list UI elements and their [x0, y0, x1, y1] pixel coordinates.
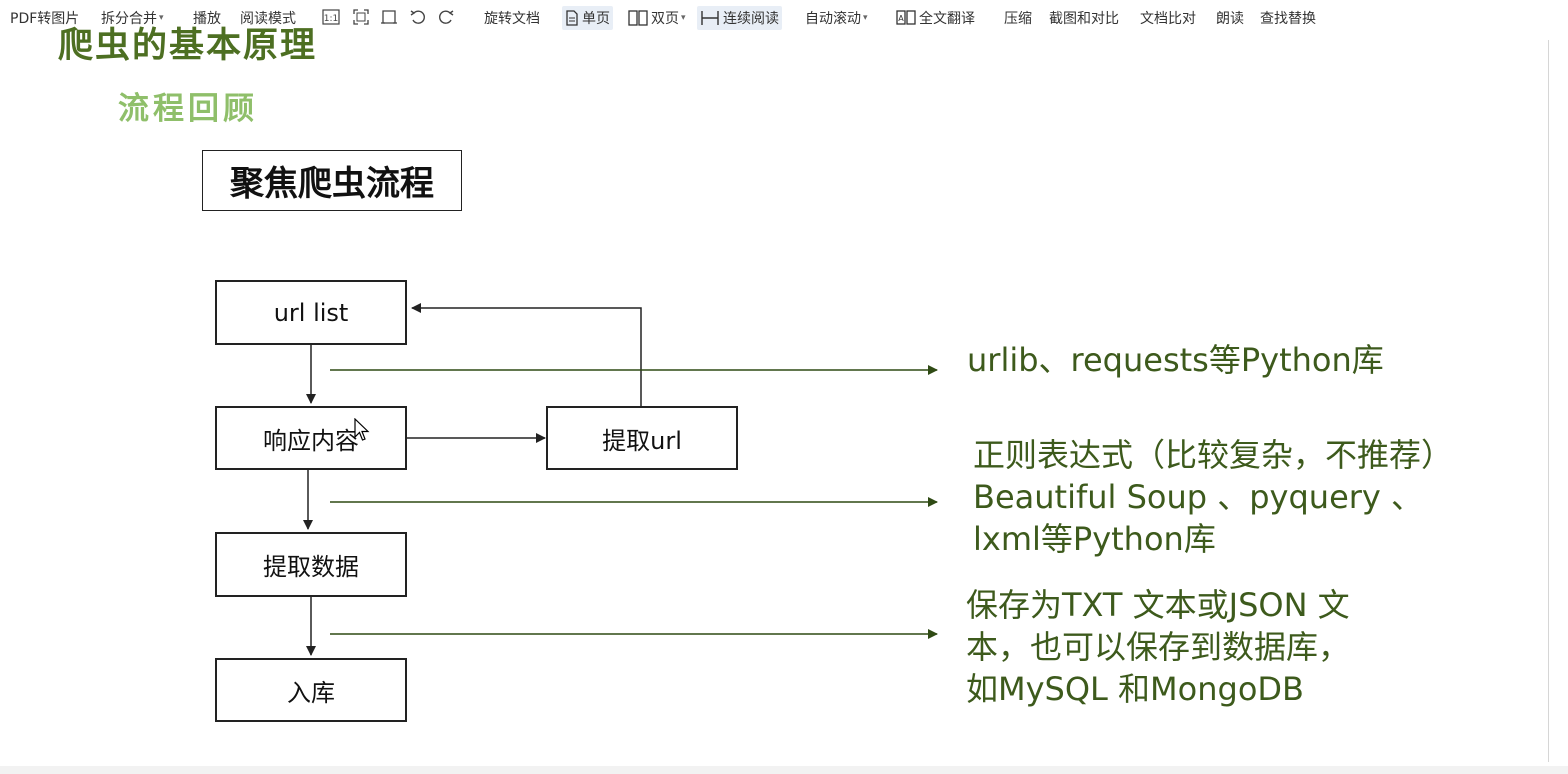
node-storage: 入库: [215, 658, 407, 722]
fetch-note: urlib、requests等Python库: [967, 341, 1384, 379]
node-extract-data: 提取数据: [215, 532, 407, 597]
save-note-line-2: 本，也可以保存到数据库，: [966, 628, 1351, 666]
node-extract-url: 提取url: [546, 406, 738, 470]
parse-note-line-2: Beautiful Soup 、pyquery 、: [973, 478, 1424, 516]
mouse-cursor-icon: [354, 418, 370, 441]
parse-note-line-3: lxml等Python库: [973, 520, 1216, 558]
save-note-line-3: 如MySQL 和MongoDB: [966, 670, 1305, 708]
parse-note-line-1: 正则表达式（比较复杂，不推荐）: [973, 436, 1454, 474]
arrow-extract-url-to-urllist: [411, 303, 642, 406]
node-url-list: url list: [215, 280, 407, 345]
node-response-content: 响应内容: [215, 406, 407, 470]
save-note-line-1: 保存为TXT 文本或JSON 文: [966, 586, 1350, 624]
